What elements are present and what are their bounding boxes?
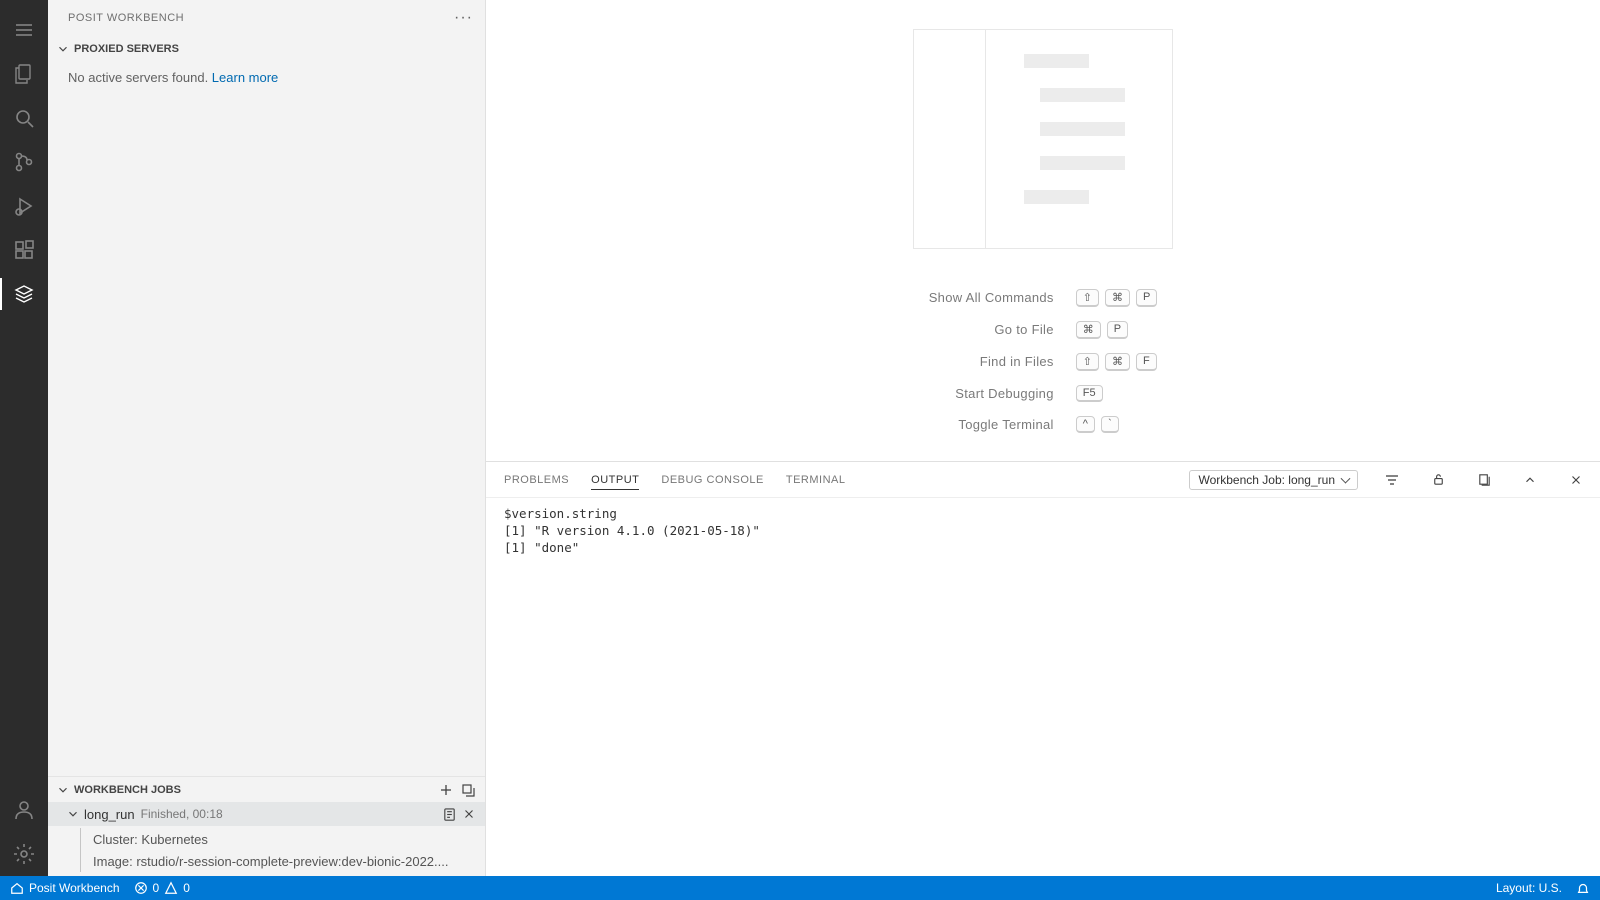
chevron-down-icon — [56, 783, 70, 797]
panel-tab-debug-console[interactable]: DEBUG CONSOLE — [661, 470, 763, 490]
workbench-jobs-list: long_run Finished, 00:18 Cluster: Kubern… — [48, 802, 485, 876]
filter-icon[interactable] — [1380, 468, 1404, 492]
job-details: Cluster: Kubernetes Image: rstudio/r-ses… — [48, 826, 485, 876]
search-icon[interactable] — [0, 96, 48, 140]
keyboard-key: ^ — [1076, 416, 1095, 433]
close-panel-icon[interactable] — [1564, 468, 1588, 492]
keyboard-key: ` — [1101, 416, 1119, 433]
chevron-down-icon — [66, 807, 80, 821]
sidebar-header: POSIT WORKBENCH ··· — [48, 0, 485, 36]
keyboard-key: F — [1136, 353, 1157, 371]
job-cluster: Cluster: Kubernetes — [80, 828, 473, 850]
sidebar: POSIT WORKBENCH ··· PROXIED SERVERS No a… — [48, 0, 486, 876]
learn-more-link[interactable]: Learn more — [212, 70, 278, 85]
menu-icon[interactable] — [0, 8, 48, 52]
status-host[interactable]: Posit Workbench — [10, 881, 120, 895]
posit-workbench-icon[interactable] — [0, 272, 48, 316]
open-log-icon[interactable] — [1472, 468, 1496, 492]
welcome-command-label: Go to File — [929, 322, 1054, 337]
welcome-command-keys: F5 — [1076, 385, 1158, 402]
workbench-jobs-title: WORKBENCH JOBS — [74, 784, 435, 796]
activity-bar — [0, 0, 48, 876]
output-line: $version.string — [504, 506, 1582, 523]
keyboard-key: F5 — [1076, 385, 1103, 402]
welcome-artwork — [913, 29, 1173, 249]
keyboard-key: ⇧ — [1076, 353, 1099, 371]
welcome-command-label: Toggle Terminal — [929, 417, 1054, 432]
welcome-command-label: Show All Commands — [929, 290, 1054, 305]
keyboard-key: ⌘ — [1105, 353, 1130, 371]
workbench-jobs-header[interactable]: WORKBENCH JOBS — [48, 776, 485, 802]
status-problems[interactable]: 0 0 — [134, 881, 190, 895]
status-errors: 0 — [153, 881, 160, 895]
welcome-command-keys: ⇧ ⌘ F — [1076, 353, 1158, 371]
keyboard-key: P — [1107, 321, 1128, 339]
welcome-command-keys: ⇧ ⌘ P — [1076, 289, 1158, 307]
output-channel-select[interactable]: Workbench Job: long_run — [1189, 470, 1358, 490]
chevron-down-icon — [56, 42, 70, 56]
keyboard-key: P — [1136, 289, 1157, 307]
status-notifications-icon[interactable] — [1576, 881, 1590, 895]
keyboard-key: ⇧ — [1076, 289, 1099, 307]
welcome-command-label: Find in Files — [929, 354, 1054, 369]
no-servers-text: No active servers found. — [68, 70, 212, 85]
bottom-panel: PROBLEMS OUTPUT DEBUG CONSOLE TERMINAL Work… — [486, 461, 1600, 876]
status-warnings: 0 — [183, 881, 190, 895]
run-debug-icon[interactable] — [0, 184, 48, 228]
panel-tabs: PROBLEMS OUTPUT DEBUG CONSOLE TERMINAL Work… — [486, 462, 1600, 498]
welcome-commands: Show All Commands⇧⌘PGo to File⌘PFind in … — [929, 289, 1158, 433]
job-item[interactable]: long_run Finished, 00:18 — [48, 802, 485, 826]
editor-area: Show All Commands⇧⌘PGo to File⌘PFind in … — [486, 0, 1600, 876]
panel-tab-problems[interactable]: PROBLEMS — [504, 470, 569, 490]
welcome-screen: Show All Commands⇧⌘PGo to File⌘PFind in … — [486, 0, 1600, 461]
panel-tab-output[interactable]: OUTPUT — [591, 470, 639, 490]
job-output-icon[interactable] — [439, 804, 459, 824]
job-status: Finished, 00:18 — [141, 807, 223, 821]
job-close-icon[interactable] — [459, 804, 479, 824]
status-bar: Posit Workbench 0 0 Layout: U.S. — [0, 876, 1600, 900]
explorer-icon[interactable] — [0, 52, 48, 96]
proxied-servers-body: No active servers found. Learn more — [48, 62, 485, 98]
job-image: Image: rstudio/r-session-complete-previe… — [80, 850, 473, 872]
sidebar-title: POSIT WORKBENCH — [68, 12, 454, 24]
panel-tab-terminal[interactable]: TERMINAL — [786, 470, 846, 490]
proxied-servers-title: PROXIED SERVERS — [74, 43, 179, 55]
source-control-icon[interactable] — [0, 140, 48, 184]
keyboard-key: ⌘ — [1076, 321, 1101, 339]
output-channel-label: Workbench Job: long_run — [1198, 473, 1335, 487]
output-line: [1] "done" — [504, 540, 1582, 557]
status-layout[interactable]: Layout: U.S. — [1496, 881, 1562, 895]
keyboard-key: ⌘ — [1105, 289, 1130, 307]
maximize-panel-icon[interactable] — [1518, 468, 1542, 492]
job-name: long_run — [84, 807, 135, 822]
status-host-label: Posit Workbench — [29, 881, 120, 895]
account-icon[interactable] — [0, 788, 48, 832]
new-job-icon[interactable] — [435, 779, 457, 801]
output-line: [1] "R version 4.1.0 (2021-05-18)" — [504, 523, 1582, 540]
output-content[interactable]: $version.string[1] "R version 4.1.0 (202… — [486, 498, 1600, 876]
proxied-servers-header[interactable]: PROXIED SERVERS — [48, 36, 485, 62]
welcome-command-keys: ^` — [1076, 416, 1158, 433]
extensions-icon[interactable] — [0, 228, 48, 272]
welcome-command-label: Start Debugging — [929, 386, 1054, 401]
collapse-all-icon[interactable] — [457, 779, 479, 801]
settings-gear-icon[interactable] — [0, 832, 48, 876]
more-actions-icon[interactable]: ··· — [454, 9, 473, 27]
main-area: POSIT WORKBENCH ··· PROXIED SERVERS No a… — [0, 0, 1600, 876]
lock-scroll-icon[interactable] — [1426, 468, 1450, 492]
welcome-command-keys: ⌘P — [1076, 321, 1158, 339]
